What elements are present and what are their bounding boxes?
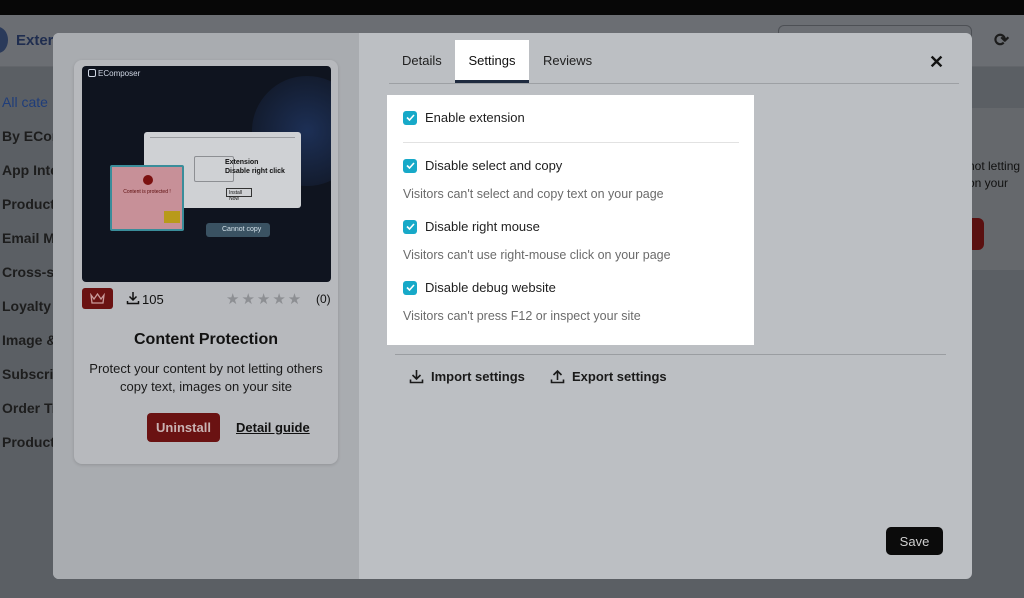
category-item[interactable]: By ECon — [2, 128, 53, 144]
save-button[interactable]: Save — [886, 527, 943, 555]
tab-reviews[interactable]: Reviews — [543, 53, 592, 68]
close-icon[interactable]: ✕ — [929, 52, 944, 73]
settings-panel: Enable extension Disable select and copy… — [387, 95, 754, 345]
export-settings-label: Export settings — [572, 369, 667, 384]
option-label: Disable debug website — [425, 280, 556, 295]
mock-title-line: Extension — [225, 159, 259, 166]
option-description: Visitors can't use right-mouse click on … — [403, 248, 671, 262]
option-label: Disable right mouse — [425, 219, 540, 234]
enable-extension-option[interactable]: Enable extension — [403, 110, 525, 125]
premium-badge — [82, 288, 113, 309]
download-count: 105 — [142, 292, 164, 307]
uninstall-button[interactable]: Uninstall — [147, 413, 220, 442]
detail-guide-link[interactable]: Detail guide — [236, 420, 310, 435]
actions-divider — [395, 354, 946, 355]
extension-card: EComposer Install Now Extension Disable … — [74, 60, 338, 464]
checkbox-checked-icon[interactable] — [403, 280, 417, 295]
option-label: Disable select and copy — [425, 158, 563, 173]
refresh-icon[interactable]: ⟳ — [994, 30, 1009, 51]
modal-left-panel: EComposer Install Now Extension Disable … — [53, 33, 359, 579]
rating-stars: ★★★★★ — [226, 291, 304, 308]
background-card-text-line: not letting — [968, 159, 1021, 173]
extension-title: Content Protection — [134, 331, 278, 348]
option-description: Visitors can't press F12 or inspect your… — [403, 309, 641, 323]
crown-icon — [90, 293, 105, 304]
preview-mock-title: Extension Disable right click — [225, 158, 285, 176]
mock-install-button: Install Now — [226, 188, 252, 202]
extension-preview-image: EComposer Install Now Extension Disable … — [82, 66, 331, 282]
card-meta-bar: 105 ★★★★★ (0) — [82, 288, 331, 310]
mock-toolbar-line — [150, 137, 295, 138]
preview-alert-popup: Content is protected ! — [110, 165, 184, 231]
extension-description: Protect your content by not letting othe… — [89, 361, 323, 394]
app-title: Exter — [16, 32, 54, 49]
download-icon — [409, 370, 424, 384]
upload-icon — [550, 369, 565, 384]
alert-image — [164, 211, 180, 223]
category-item[interactable]: App Inte — [2, 162, 53, 178]
alert-icon — [143, 175, 153, 185]
disable-right-mouse-option[interactable]: Disable right mouse — [403, 219, 540, 234]
option-label: Enable extension — [425, 110, 525, 125]
modal-tabs: Details Settings Reviews — [359, 33, 972, 84]
category-item[interactable]: Subscrip — [2, 366, 53, 382]
import-settings-button[interactable]: Import settings — [409, 369, 525, 384]
category-item[interactable]: Order Tr — [2, 400, 53, 416]
mock-title-line: Disable right click — [225, 168, 285, 175]
category-item[interactable]: All cate — [2, 94, 53, 110]
background-card-text-line: on your — [968, 176, 1009, 190]
category-item[interactable]: Product — [2, 196, 53, 212]
background-card-text: not letting on your — [968, 158, 1020, 192]
brand-logo-icon — [88, 69, 96, 77]
category-item[interactable]: Email M — [2, 230, 53, 246]
option-description: Visitors can't select and copy text on y… — [403, 187, 664, 201]
disable-select-copy-option[interactable]: Disable select and copy — [403, 158, 562, 173]
settings-divider — [403, 142, 739, 143]
preview-copy-chip: Cannot copy — [206, 223, 270, 237]
checkbox-checked-icon[interactable] — [403, 158, 417, 173]
disable-debug-website-option[interactable]: Disable debug website — [403, 280, 556, 295]
export-settings-button[interactable]: Export settings — [550, 369, 667, 384]
import-settings-label: Import settings — [431, 369, 525, 384]
download-icon — [126, 292, 140, 305]
browser-top-bar — [0, 0, 1024, 15]
checkbox-checked-icon[interactable] — [403, 110, 417, 125]
alert-text: Content is protected ! — [123, 189, 171, 195]
category-item[interactable]: Image & — [2, 332, 53, 348]
preview-brand: EComposer — [98, 69, 141, 78]
checkbox-checked-icon[interactable] — [403, 219, 417, 234]
category-item[interactable]: Product — [2, 434, 53, 450]
category-item[interactable]: Loyalty — [2, 298, 53, 314]
extension-modal: EComposer Install Now Extension Disable … — [53, 33, 972, 579]
category-item[interactable]: Cross-se — [2, 264, 53, 280]
tab-settings[interactable]: Settings — [455, 40, 529, 83]
rating-count: (0) — [316, 292, 331, 306]
tabs-divider — [389, 83, 959, 84]
tab-details[interactable]: Details — [402, 53, 442, 68]
